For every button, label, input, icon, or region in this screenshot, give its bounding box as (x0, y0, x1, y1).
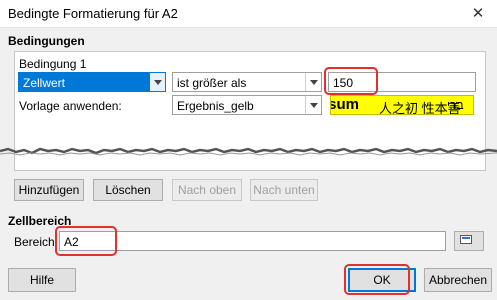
chevron-down-icon[interactable] (305, 96, 321, 114)
range-highlight-marker (55, 226, 117, 256)
close-icon[interactable]: ✕ (466, 4, 490, 24)
chevron-down-icon[interactable] (149, 73, 165, 91)
condition-type-value: Zellwert (23, 76, 66, 90)
ok-highlight-marker (344, 264, 410, 295)
apply-style-label: Vorlage anwenden: (19, 99, 122, 113)
torn-edge-divider (0, 147, 497, 156)
preview-hebrew-text: ברי (447, 98, 464, 112)
help-button[interactable]: Hilfe (8, 268, 76, 292)
title-bar: Bedingte Formatierung für A2 ✕ (0, 0, 497, 28)
add-button[interactable]: Hinzufügen (14, 179, 84, 201)
style-value: Ergebnis_gelb (177, 99, 254, 113)
range-label: Bereich: (14, 235, 59, 249)
preview-latin-text: psum (331, 96, 360, 113)
condition-label: Bedingung 1 (19, 57, 87, 71)
move-up-button[interactable]: Nach oben (172, 179, 242, 201)
operator-combo[interactable]: ist größer als (172, 72, 322, 92)
shrink-dialog-button[interactable] (454, 231, 484, 251)
condition-type-combo[interactable]: Zellwert (18, 72, 166, 92)
delete-button[interactable]: Löschen (93, 179, 163, 201)
conditions-section-title: Bedingungen (8, 34, 85, 48)
value-highlight-marker (324, 67, 378, 95)
cancel-button[interactable]: Abbrechen (424, 268, 492, 292)
operator-value: ist größer als (177, 76, 247, 90)
shrink-dialog-icon (460, 235, 472, 244)
window-title: Bedingte Formatierung für A2 (8, 6, 178, 21)
chevron-down-icon[interactable] (305, 73, 321, 91)
range-input[interactable]: A2 (59, 231, 446, 251)
style-preview: psum 人之初 性本善 ברי (330, 95, 474, 115)
style-combo[interactable]: Ergebnis_gelb (172, 95, 322, 115)
move-down-button[interactable]: Nach unten (250, 179, 318, 201)
